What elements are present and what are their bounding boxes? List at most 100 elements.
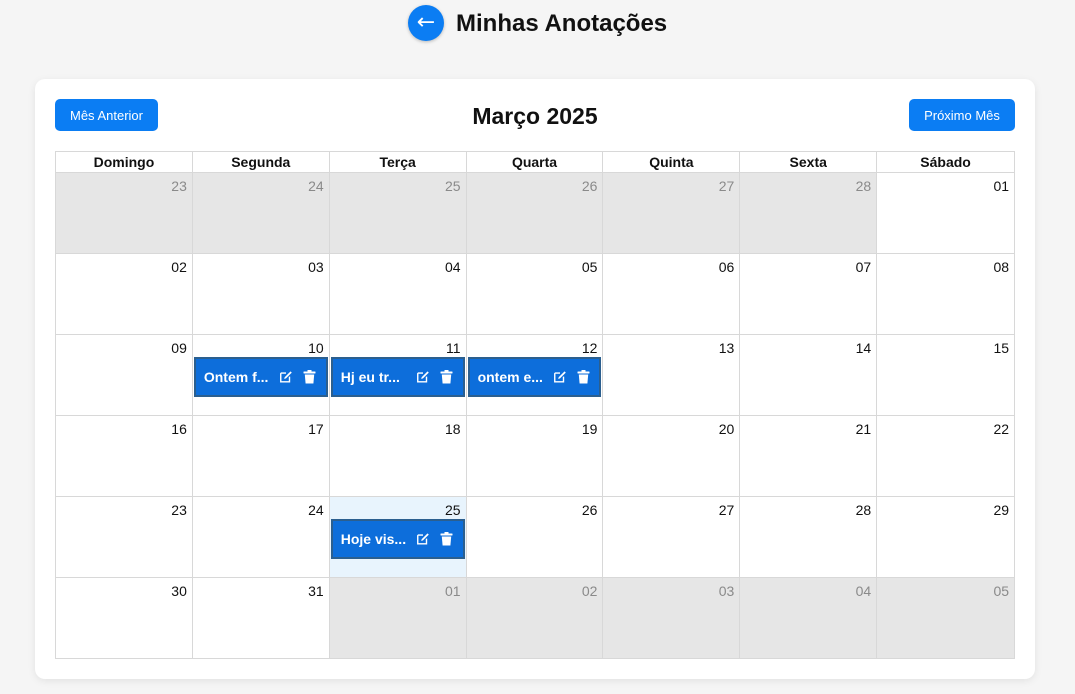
calendar-day[interactable]: 05 — [466, 254, 604, 335]
calendar-day[interactable]: 01 — [877, 173, 1016, 254]
day-number: 17 — [308, 421, 324, 437]
day-number: 20 — [718, 421, 735, 437]
note-item[interactable]: ontem e... — [467, 357, 602, 397]
calendar-week-row: 02 03 04 05 06 07 08 — [56, 254, 1016, 335]
note-title: Ontem f... — [203, 369, 269, 385]
day-number: 03 — [308, 259, 324, 275]
calendar-day[interactable]: 29 — [877, 497, 1016, 578]
calendar-day[interactable]: 31 — [192, 578, 330, 659]
calendar-day[interactable]: 23 — [56, 497, 193, 578]
day-number: 28 — [855, 502, 872, 518]
calendar-day[interactable]: 15 — [877, 335, 1016, 416]
day-number: 31 — [308, 583, 324, 599]
note-title: Hj eu tr... — [340, 369, 400, 385]
calendar-week-row: 30 31 01 02 03 04 05 — [56, 578, 1016, 659]
day-number: 03 — [718, 583, 735, 599]
trash-icon[interactable] — [302, 369, 318, 385]
calendar-day[interactable]: 07 — [740, 254, 878, 335]
calendar-day[interactable]: 11 Hj eu tr... — [329, 335, 467, 416]
calendar-day[interactable]: 24 — [192, 497, 330, 578]
calendar-day[interactable]: 10 Ontem f... — [192, 335, 330, 416]
day-number: 28 — [855, 178, 872, 194]
calendar-day-other-month[interactable]: 02 — [466, 578, 604, 659]
calendar-day[interactable]: 02 — [56, 254, 193, 335]
calendar-day[interactable]: 27 — [603, 497, 741, 578]
day-number: 14 — [855, 340, 872, 356]
note-item[interactable]: Hj eu tr... — [330, 357, 465, 397]
calendar-day-other-month[interactable]: 23 — [56, 173, 193, 254]
calendar-day[interactable]: 04 — [329, 254, 467, 335]
page-title: Minhas Anotações — [456, 10, 668, 37]
trash-icon[interactable] — [439, 369, 455, 385]
arrow-left-icon: ← — [416, 10, 436, 35]
day-number: 05 — [581, 259, 598, 275]
day-number: 23 — [171, 178, 187, 194]
day-number: 13 — [718, 340, 735, 356]
calendar-day[interactable]: 21 — [740, 416, 878, 497]
calendar-day[interactable]: 17 — [192, 416, 330, 497]
day-number: 07 — [855, 259, 872, 275]
day-number: 12 — [581, 340, 598, 356]
trash-icon[interactable] — [439, 531, 455, 547]
day-number: 27 — [718, 502, 735, 518]
weekday-header: Quinta — [603, 152, 741, 173]
calendar-day[interactable]: 28 — [740, 497, 878, 578]
calendar-day[interactable]: 03 — [192, 254, 330, 335]
calendar-week-row: 23 24 25 26 27 28 01 — [56, 173, 1016, 254]
calendar-day[interactable]: 30 — [56, 578, 193, 659]
calendar-day[interactable]: 06 — [603, 254, 741, 335]
page-header: ← Minhas Anotações — [0, 0, 1075, 50]
edit-icon[interactable] — [415, 369, 431, 385]
note-item[interactable]: Hoje vis... — [330, 519, 465, 559]
weekday-header: Segunda — [192, 152, 330, 173]
day-number: 26 — [581, 178, 598, 194]
edit-icon[interactable] — [415, 531, 431, 547]
weekday-header: Domingo — [56, 152, 193, 173]
day-number: 25 — [445, 502, 461, 518]
month-title: Março 2025 — [472, 103, 598, 129]
day-number: 10 — [308, 340, 324, 356]
day-number: 21 — [855, 421, 872, 437]
calendar-day[interactable]: 20 — [603, 416, 741, 497]
calendar-day-other-month[interactable]: 05 — [877, 578, 1016, 659]
calendar-day[interactable]: 26 — [466, 497, 604, 578]
calendar-weeks: 23 24 25 26 27 28 01 02 03 04 05 06 07 08 09 10 Ontem f.… — [56, 173, 1016, 659]
day-number: 29 — [993, 502, 1010, 518]
edit-icon[interactable] — [278, 369, 294, 385]
calendar-day-other-month[interactable]: 01 — [329, 578, 467, 659]
back-button[interactable]: ← — [408, 5, 444, 41]
calendar-day-other-month[interactable]: 04 — [740, 578, 878, 659]
day-number: 02 — [581, 583, 598, 599]
trash-icon[interactable] — [576, 369, 592, 385]
next-month-button[interactable]: Próximo Mês — [909, 99, 1015, 131]
day-number: 19 — [581, 421, 598, 437]
calendar-day[interactable]: 13 — [603, 335, 741, 416]
calendar-day[interactable]: 19 — [466, 416, 604, 497]
calendar-day[interactable]: 16 — [56, 416, 193, 497]
day-number: 06 — [718, 259, 735, 275]
calendar-day-other-month[interactable]: 25 — [329, 173, 467, 254]
calendar-day-other-month[interactable]: 24 — [192, 173, 330, 254]
calendar-day-other-month[interactable]: 26 — [466, 173, 604, 254]
calendar-day-today[interactable]: 25 Hoje vis... — [329, 497, 467, 578]
calendar-day[interactable]: 18 — [329, 416, 467, 497]
calendar-grid: Domingo Segunda Terça Quarta Quinta Sext… — [55, 151, 1016, 659]
calendar-day[interactable]: 14 — [740, 335, 878, 416]
calendar-day-other-month[interactable]: 03 — [603, 578, 741, 659]
calendar-day[interactable]: 08 — [877, 254, 1016, 335]
day-number: 01 — [993, 178, 1010, 194]
day-number: 05 — [993, 583, 1010, 599]
note-title: Hoje vis... — [340, 531, 407, 547]
calendar-day[interactable]: 12 ontem e... — [466, 335, 604, 416]
calendar-day[interactable]: 22 — [877, 416, 1016, 497]
calendar-day-other-month[interactable]: 27 — [603, 173, 741, 254]
day-number: 15 — [993, 340, 1010, 356]
calendar-day[interactable]: 09 — [56, 335, 193, 416]
edit-icon[interactable] — [552, 369, 568, 385]
day-number: 26 — [581, 502, 598, 518]
calendar-day-other-month[interactable]: 28 — [740, 173, 878, 254]
note-item[interactable]: Ontem f... — [193, 357, 328, 397]
weekday-header: Quarta — [466, 152, 604, 173]
day-number: 09 — [171, 340, 187, 356]
day-number: 04 — [445, 259, 461, 275]
